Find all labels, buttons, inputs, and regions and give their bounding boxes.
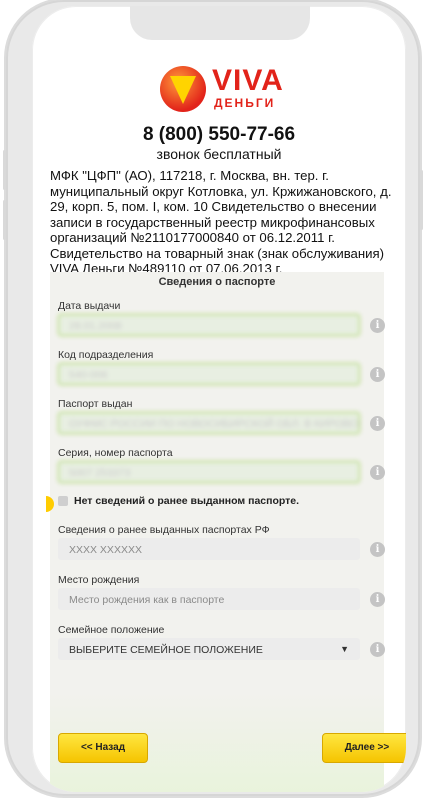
logo-text-bottom: ДЕНЬГИ — [214, 96, 276, 110]
back-button[interactable]: << Назад — [58, 733, 148, 763]
field-label-department-code: Код подразделения — [58, 349, 154, 361]
info-icon[interactable]: i — [370, 542, 385, 557]
viva-v-logo-icon — [160, 66, 206, 112]
issue-date-input[interactable]: 28.01.2008 — [58, 314, 360, 336]
phone-side-button — [420, 170, 423, 230]
legal-info-text: МФК "ЦФП" (АО), 117218, г. Москва, вн. т… — [50, 168, 392, 276]
no-previous-passport-label[interactable]: Нет сведений о ранее выданном паспорте. — [74, 495, 299, 507]
field-label-series-number: Серия, номер паспорта — [58, 447, 173, 459]
phone-frame: VIVA ДЕНЬГИ 8 (800) 550-77-66 звонок бес… — [3, 0, 423, 796]
phone-notch — [130, 6, 310, 40]
logo-text-top: VIVA — [212, 64, 284, 97]
hotline-note: звонок бесплатный — [156, 146, 282, 162]
field-label-birth-place: Место рождения — [58, 574, 140, 586]
marital-status-select[interactable]: ВЫБЕРИТЕ СЕМЕЙНОЕ ПОЛОЖЕНИЕ ▼ — [58, 638, 360, 660]
info-icon[interactable]: i — [370, 318, 385, 333]
viva-logo[interactable]: VIVA ДЕНЬГИ — [160, 64, 284, 116]
info-icon[interactable]: i — [370, 416, 385, 431]
next-button[interactable]: Далее >> — [322, 733, 406, 763]
department-code-input[interactable]: 540-006 — [58, 363, 360, 385]
series-number-input[interactable]: 5007 253373 — [58, 461, 360, 483]
phone-side-button — [3, 200, 6, 240]
info-icon[interactable]: i — [370, 367, 385, 382]
issued-by-input[interactable]: ОУФМС РОССИИ ПО НОВОСИБИРСКОЙ ОБЛ. В КИР… — [58, 412, 360, 434]
info-icon[interactable]: i — [370, 642, 385, 657]
phone-screen: VIVA ДЕНЬГИ 8 (800) 550-77-66 звонок бес… — [32, 6, 406, 792]
passport-form: Сведения о паспорте Дата выдачи 28.01.20… — [46, 272, 406, 792]
birth-place-input[interactable]: Место рождения как в паспорте — [58, 588, 360, 610]
info-icon[interactable]: i — [370, 592, 385, 607]
form-title: Сведения о паспорте — [158, 276, 276, 288]
field-label-marital-status: Семейное положение — [58, 624, 165, 636]
field-label-previous-passports: Сведения о ранее выданных паспортах РФ — [58, 524, 270, 536]
marital-status-selected: ВЫБЕРИТЕ СЕМЕЙНОЕ ПОЛОЖЕНИЕ — [69, 644, 263, 656]
field-label-issued-by: Паспорт выдан — [58, 398, 133, 410]
phone-side-button — [3, 150, 6, 190]
no-previous-passport-checkbox[interactable] — [58, 496, 68, 506]
caret-down-icon: ▼ — [340, 644, 349, 654]
field-label-issue-date: Дата выдачи — [58, 300, 121, 312]
info-icon[interactable]: i — [370, 465, 385, 480]
hotline-phone[interactable]: 8 (800) 550-77-66 — [32, 124, 406, 146]
side-marker — [46, 496, 54, 512]
previous-passports-input[interactable]: XXXX XXXXXX — [58, 538, 360, 560]
